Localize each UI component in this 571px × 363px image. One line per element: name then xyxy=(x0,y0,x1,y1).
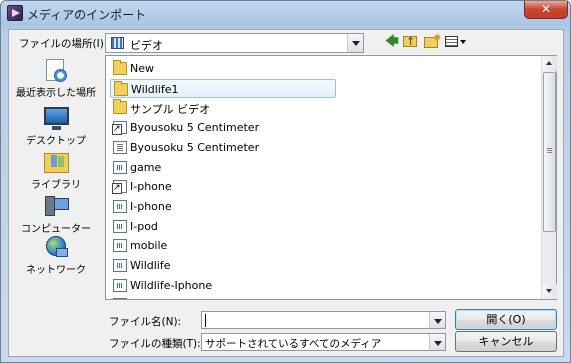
place-label: ライブラリ xyxy=(31,180,81,191)
document-icon xyxy=(113,140,127,154)
video-file-icon xyxy=(113,259,127,272)
libraries-icon xyxy=(42,149,70,175)
file-name: New xyxy=(130,62,154,75)
place-label: デスクトップ xyxy=(26,136,86,147)
recent-places-icon xyxy=(42,57,70,83)
scroll-thumb[interactable] xyxy=(543,72,556,232)
new-folder-icon[interactable]: ✸ xyxy=(421,33,441,51)
scroll-down-icon[interactable] xyxy=(542,284,557,299)
file-name: I-pod xyxy=(130,219,158,233)
file-name: サンプル ビデオ xyxy=(130,103,211,117)
file-type-combobox[interactable]: サポートされているすべてのメディア xyxy=(201,333,446,351)
file-name: Wildlife-ipone xyxy=(130,298,205,299)
videos-library-icon xyxy=(111,37,124,49)
file-name: I-phone xyxy=(130,180,172,194)
file-name: game xyxy=(130,160,162,174)
close-button[interactable]: ✕ xyxy=(524,1,568,19)
folder-icon xyxy=(114,80,128,96)
file-list[interactable]: New Wildlife1 サンプル ビデオ Byousoku 5 Centimete… xyxy=(105,55,557,300)
back-arrow-icon[interactable]: 🡄 xyxy=(382,33,402,51)
chevron-down-icon[interactable] xyxy=(347,34,363,52)
place-network[interactable]: ネットワーク xyxy=(12,232,100,288)
video-file-icon xyxy=(113,219,127,233)
file-name: Wildlife xyxy=(130,259,171,272)
network-icon xyxy=(42,234,70,260)
folder-icon xyxy=(113,60,127,75)
file-type-label: ファイルの種類(T): xyxy=(109,338,201,350)
file-list-scrollbar[interactable] xyxy=(541,56,557,299)
file-name-input[interactable] xyxy=(201,311,446,329)
title-bar[interactable]: メディアのインポート ✕ xyxy=(1,1,570,25)
place-label: 最近表示した場所 xyxy=(16,88,96,99)
computer-icon xyxy=(42,193,70,219)
up-folder-icon[interactable] xyxy=(400,33,420,51)
video-file-icon xyxy=(113,298,127,299)
file-name: Byousoku 5 Centimeter xyxy=(130,140,260,154)
places-bar: 最近表示した場所 デスクトップ ライブラリ コンピューター ネットワーク xyxy=(12,55,100,300)
look-in-label: ファイルの場所(I): xyxy=(19,38,108,50)
folder-icon xyxy=(113,99,127,115)
cancel-button[interactable]: キャンセル xyxy=(455,331,557,352)
shortcut-icon xyxy=(112,121,127,136)
chevron-down-icon[interactable] xyxy=(429,334,445,350)
file-type-value: サポートされているすべてのメディア xyxy=(205,338,382,350)
scroll-up-icon[interactable] xyxy=(542,56,557,71)
desktop-icon xyxy=(42,105,70,131)
view-menu-icon[interactable] xyxy=(443,33,469,51)
video-file-icon xyxy=(113,278,127,292)
place-label: ネットワーク xyxy=(26,265,86,276)
window-title: メディアのインポート xyxy=(27,8,147,22)
open-button[interactable]: 開く(O) xyxy=(455,309,557,330)
file-name-label: ファイル名(N): xyxy=(109,316,182,328)
video-file-icon xyxy=(113,239,127,253)
file-name: mobile xyxy=(130,239,168,253)
video-file-icon xyxy=(113,160,127,174)
file-name: I-phone xyxy=(130,199,172,213)
shortcut-icon xyxy=(112,180,127,195)
text-caret xyxy=(205,314,206,327)
look-in-value: ビデオ xyxy=(130,39,163,52)
app-icon xyxy=(7,5,23,21)
chevron-down-icon[interactable] xyxy=(429,312,445,328)
file-name: Byousoku 5 Centimeter xyxy=(130,121,260,135)
file-name: Wildlife1 xyxy=(131,82,179,96)
file-name: Wildlife-Iphone xyxy=(130,278,213,292)
video-file-icon xyxy=(113,199,127,213)
file-list-item[interactable]: Wildlife1 xyxy=(110,78,336,98)
look-in-combobox[interactable]: ビデオ xyxy=(105,33,364,53)
